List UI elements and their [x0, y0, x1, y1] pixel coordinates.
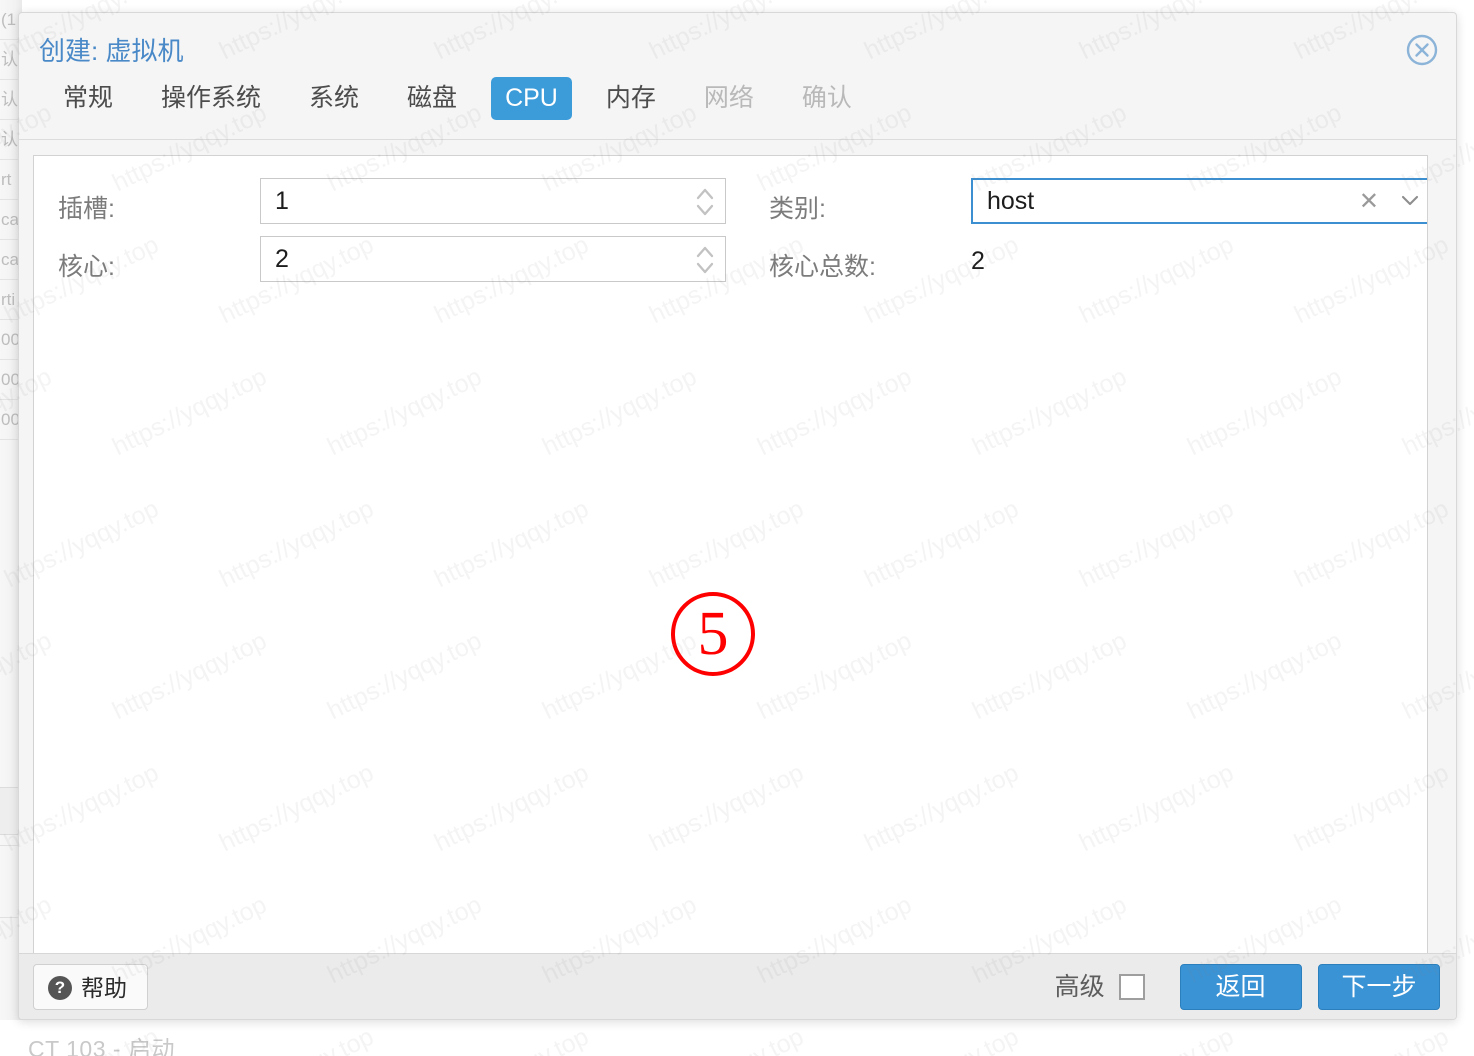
- dialog-footer: ? 帮助 高级 返回 下一步: [19, 953, 1456, 1019]
- form-column-left: 插槽: 1 核心: 2: [48, 178, 738, 294]
- sockets-stepper-icon[interactable]: [693, 184, 717, 220]
- field-label-sockets: 插槽:: [58, 189, 115, 225]
- field-total-cores: 核心总数: 2: [759, 236, 1419, 294]
- background-status-line: CT 103 - 启动: [28, 1030, 175, 1056]
- question-mark-icon: ?: [48, 976, 72, 1000]
- create-vm-dialog: 创建: 虚拟机 常规操作系统系统磁盘 CPU 内存网络确认 插槽: 1: [18, 12, 1457, 1020]
- tab-网络: 网络: [690, 77, 768, 120]
- close-icon[interactable]: [1405, 33, 1439, 67]
- cores-stepper-icon[interactable]: [693, 242, 717, 278]
- clear-icon[interactable]: ✕: [1359, 190, 1379, 214]
- field-cores: 核心: 2: [48, 236, 738, 294]
- tab-磁盘[interactable]: 磁盘: [393, 77, 471, 120]
- dialog-tab-bar: 常规操作系统系统磁盘 CPU 内存网络确认: [19, 77, 1456, 140]
- tab-系统[interactable]: 系统: [295, 77, 373, 120]
- dialog-body: 插槽: 1 核心: 2: [33, 155, 1428, 955]
- tab-操作系统[interactable]: 操作系统: [147, 77, 275, 120]
- cpu-form: 插槽: 1 核心: 2: [34, 156, 1427, 178]
- advanced-label: 高级: [1055, 964, 1105, 1010]
- next-button[interactable]: 下一步: [1318, 964, 1440, 1010]
- footer-actions: 高级 返回 下一步: [1055, 964, 1440, 1010]
- chevron-down-icon[interactable]: [1399, 192, 1421, 215]
- field-label-total-cores: 核心总数:: [769, 247, 876, 283]
- total-cores-value: 2: [971, 247, 985, 276]
- cores-value: 2: [275, 245, 289, 274]
- field-label-cpu-type: 类别:: [769, 189, 826, 225]
- cores-input[interactable]: 2: [260, 236, 726, 282]
- advanced-checkbox[interactable]: [1119, 974, 1145, 1000]
- cpu-type-combobox[interactable]: host ✕: [971, 178, 1428, 224]
- tab-常规[interactable]: 常规: [49, 77, 127, 120]
- field-cpu-type: 类别: host ✕: [759, 178, 1419, 236]
- field-sockets: 插槽: 1: [48, 178, 738, 236]
- field-label-cores: 核心:: [58, 247, 115, 283]
- form-column-right: 类别: host ✕ 核心总数: 2: [759, 178, 1419, 294]
- tab-CPU[interactable]: CPU: [491, 77, 572, 120]
- annotation-step-marker: 5: [671, 592, 755, 676]
- tab-确认: 确认: [788, 77, 866, 120]
- help-button[interactable]: ? 帮助: [33, 964, 148, 1010]
- tab-内存[interactable]: 内存: [592, 77, 670, 120]
- cpu-type-value: host: [987, 187, 1034, 216]
- help-button-label: 帮助: [81, 975, 127, 1001]
- sockets-input[interactable]: 1: [260, 178, 726, 224]
- dialog-title: 创建: 虚拟机: [39, 31, 183, 68]
- dialog-header: 创建: 虚拟机: [19, 13, 1456, 77]
- sockets-value: 1: [275, 187, 289, 216]
- back-button[interactable]: 返回: [1180, 964, 1302, 1010]
